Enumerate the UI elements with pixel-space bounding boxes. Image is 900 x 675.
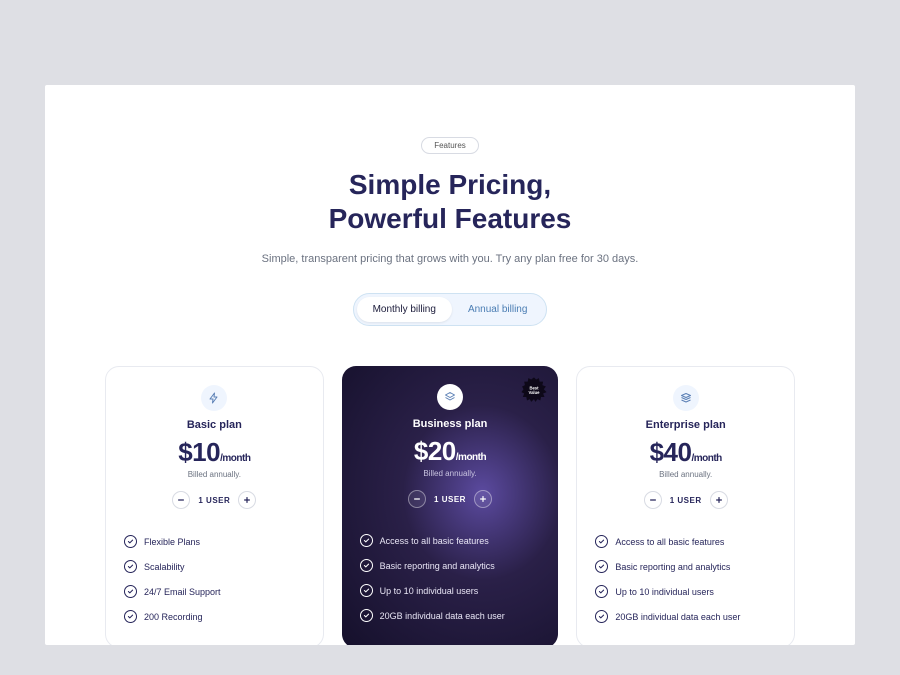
check-icon [360, 534, 373, 547]
hero-section: Features Simple Pricing, Powerful Featur… [45, 85, 855, 326]
title-line2: Powerful Features [65, 202, 835, 236]
feature-item: Access to all basic features [595, 529, 776, 554]
plan-header: Enterprise plan $40/month Billed annuall… [595, 385, 776, 509]
check-icon [360, 609, 373, 622]
check-icon [124, 560, 137, 573]
plan-name: Basic plan [124, 419, 305, 431]
zap-icon [201, 385, 227, 411]
svg-text:Value: Value [529, 390, 541, 395]
feature-item: 20GB individual data each user [595, 604, 776, 629]
check-icon [360, 559, 373, 572]
plan-price: $40/month [595, 437, 776, 468]
feature-item: 200 Recording [124, 604, 305, 629]
best-value-badge: BestValue [520, 376, 548, 404]
plan-header: Business plan $20/month Billed annually.… [360, 384, 541, 508]
check-icon [595, 535, 608, 548]
plan-card-basic: Basic plan $10/month Billed annually. 1 … [105, 366, 324, 645]
user-stepper: 1 USER [124, 491, 305, 509]
monthly-billing-tab[interactable]: Monthly billing [357, 297, 452, 322]
check-icon [124, 535, 137, 548]
feature-item: Access to all basic features [360, 528, 541, 553]
layers-icon [437, 384, 463, 410]
title-line1: Simple Pricing, [65, 168, 835, 202]
annual-billing-tab[interactable]: Annual billing [452, 297, 544, 322]
plan-billed: Billed annually. [124, 470, 305, 479]
plan-card-business: BestValue Business plan $20/month Billed… [342, 366, 559, 645]
feature-item: Flexible Plans [124, 529, 305, 554]
check-icon [124, 585, 137, 598]
page-subtitle: Simple, transparent pricing that grows w… [65, 253, 835, 265]
increment-button[interactable] [710, 491, 728, 509]
user-count-label: 1 USER [670, 496, 702, 505]
plan-name: Enterprise plan [595, 419, 776, 431]
check-icon [595, 560, 608, 573]
decrement-button[interactable] [408, 490, 426, 508]
feature-list: Flexible Plans Scalability 24/7 Email Su… [124, 529, 305, 629]
check-icon [124, 610, 137, 623]
feature-item: Basic reporting and analytics [360, 553, 541, 578]
feature-list: Access to all basic features Basic repor… [360, 528, 541, 628]
pricing-page: Features Simple Pricing, Powerful Featur… [45, 85, 855, 645]
plan-header: Basic plan $10/month Billed annually. 1 … [124, 385, 305, 509]
pricing-cards: Basic plan $10/month Billed annually. 1 … [45, 366, 855, 645]
plan-billed: Billed annually. [595, 470, 776, 479]
stack-icon [673, 385, 699, 411]
feature-item: Up to 10 individual users [360, 578, 541, 603]
user-stepper: 1 USER [595, 491, 776, 509]
check-icon [595, 585, 608, 598]
feature-item: Up to 10 individual users [595, 579, 776, 604]
plan-card-enterprise: Enterprise plan $40/month Billed annuall… [576, 366, 795, 645]
check-icon [595, 610, 608, 623]
feature-list: Access to all basic features Basic repor… [595, 529, 776, 629]
feature-item: Scalability [124, 554, 305, 579]
increment-button[interactable] [238, 491, 256, 509]
feature-item: 24/7 Email Support [124, 579, 305, 604]
decrement-button[interactable] [644, 491, 662, 509]
feature-item: 20GB individual data each user [360, 603, 541, 628]
user-count-label: 1 USER [198, 496, 230, 505]
user-count-label: 1 USER [434, 495, 466, 504]
billing-toggle: Monthly billing Annual billing [353, 293, 548, 326]
plan-name: Business plan [360, 418, 541, 430]
user-stepper: 1 USER [360, 490, 541, 508]
plan-price: $10/month [124, 437, 305, 468]
decrement-button[interactable] [172, 491, 190, 509]
features-badge: Features [421, 137, 479, 154]
plan-price: $20/month [360, 436, 541, 467]
feature-item: Basic reporting and analytics [595, 554, 776, 579]
plan-billed: Billed annually. [360, 469, 541, 478]
page-title: Simple Pricing, Powerful Features [65, 168, 835, 235]
check-icon [360, 584, 373, 597]
increment-button[interactable] [474, 490, 492, 508]
